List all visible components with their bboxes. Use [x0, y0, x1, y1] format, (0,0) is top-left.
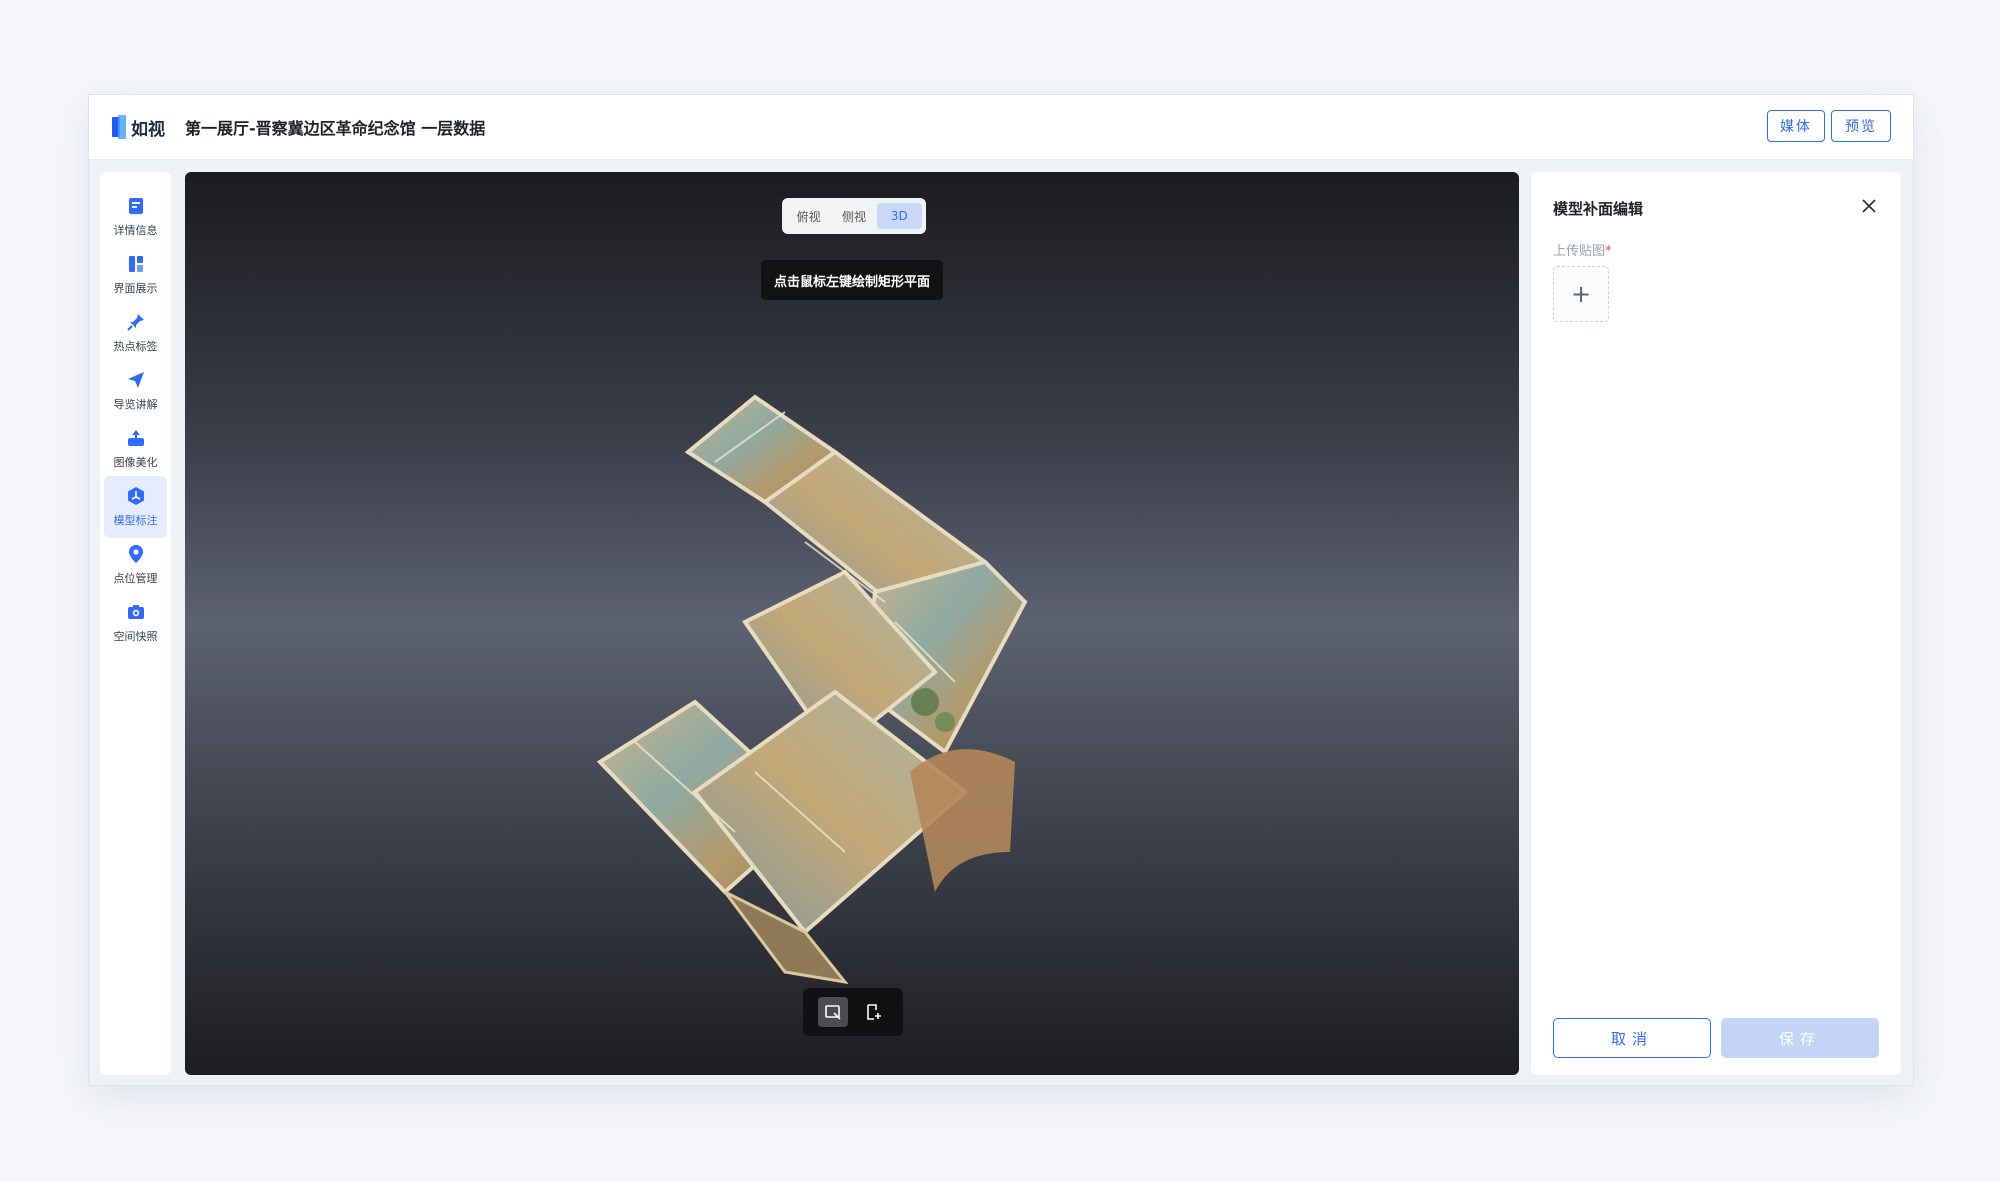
sidebar-item-snapshot[interactable]: 空间快照	[104, 592, 167, 654]
edit-panel: 模型补面编辑 上传贴图* + 取消 保存	[1531, 172, 1901, 1075]
location-icon	[128, 545, 143, 563]
sidebar-item-beautify[interactable]: 图像美化	[104, 418, 167, 480]
draw-rect-icon	[825, 1005, 841, 1020]
camera-icon	[127, 605, 144, 619]
upload-label-text: 上传贴图	[1553, 244, 1606, 259]
tab-top-view[interactable]: 俯视	[786, 203, 831, 229]
sidebar-item-label: 模型标注	[113, 514, 158, 527]
add-plane-icon	[867, 1004, 881, 1020]
cancel-button[interactable]: 取消	[1553, 1018, 1711, 1058]
draw-rect-tool[interactable]	[818, 997, 848, 1027]
sidebar-item-points[interactable]: 点位管理	[104, 534, 167, 596]
sidebar-item-label: 热点标签	[113, 340, 158, 353]
logo: 如视	[111, 113, 165, 141]
tab-3d-view[interactable]: 3D	[876, 203, 922, 229]
draw-toolbox	[803, 988, 903, 1036]
sidebar: 详情信息 界面展示 热点标签 导览讲解 图像美化 模型标注 点位管理 空间快照	[100, 172, 171, 1075]
plus-icon: +	[1570, 280, 1592, 308]
page-title: 第一展厅-晋察冀边区革命纪念馆 一层数据	[185, 119, 486, 138]
sidebar-item-label: 图像美化	[113, 456, 158, 469]
sidebar-item-label: 详情信息	[113, 224, 158, 237]
navigate-icon	[127, 372, 144, 388]
media-button[interactable]: 媒体	[1767, 110, 1825, 142]
top-bar: 如视 第一展厅-晋察冀边区革命纪念馆 一层数据 媒体 预览	[89, 95, 1913, 160]
preview-button[interactable]: 预览	[1831, 110, 1891, 142]
sidebar-item-guide[interactable]: 导览讲解	[104, 360, 167, 422]
logo-mark-icon	[112, 115, 126, 139]
layout-icon	[128, 256, 143, 272]
sidebar-item-details[interactable]: 详情信息	[104, 186, 167, 248]
sidebar-item-label: 导览讲解	[113, 398, 158, 411]
add-plane-tool[interactable]	[858, 997, 888, 1027]
document-icon	[128, 198, 143, 214]
pin-icon	[126, 314, 144, 331]
required-mark: *	[1605, 244, 1612, 259]
floor-plan-model[interactable]	[515, 292, 1135, 1012]
sidebar-item-label: 空间快照	[113, 630, 158, 643]
model-viewport[interactable]: 俯视 侧视 3D 点击鼠标左键绘制矩形平面	[185, 172, 1519, 1075]
upload-texture-button[interactable]: +	[1553, 266, 1609, 322]
view-mode-tabs: 俯视 侧视 3D	[782, 198, 926, 234]
tab-side-view[interactable]: 侧视	[831, 203, 876, 229]
upload-field-label: 上传贴图*	[1553, 240, 1612, 259]
app-window: 如视 第一展厅-晋察冀边区革命纪念馆 一层数据 媒体 预览 详情信息 界面展示	[88, 94, 1914, 1086]
panel-title: 模型补面编辑	[1553, 200, 1644, 218]
sidebar-item-label: 界面展示	[113, 282, 158, 295]
sidebar-item-hotspot[interactable]: 热点标签	[104, 302, 167, 364]
image-upload-icon	[127, 430, 144, 446]
model-icon	[127, 487, 144, 505]
save-button[interactable]: 保存	[1721, 1018, 1879, 1058]
close-icon[interactable]	[1859, 196, 1879, 216]
sidebar-item-layout[interactable]: 界面展示	[104, 244, 167, 306]
sidebar-item-label: 点位管理	[113, 572, 158, 585]
logo-text: 如视	[131, 119, 165, 140]
sidebar-item-model-annotation[interactable]: 模型标注	[104, 476, 167, 538]
